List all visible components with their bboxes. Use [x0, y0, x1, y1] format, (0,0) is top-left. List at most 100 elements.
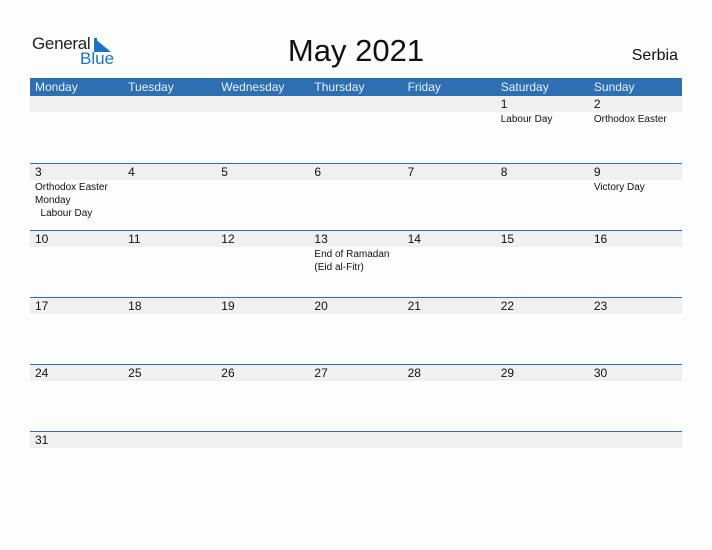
week-row: 10 11 12 13 End of Ramadan (Eid al-Fitr) 14 15… — [30, 230, 682, 297]
week-cells: 10 11 12 13 End of Ramadan (Eid al-Fitr) 14 15… — [30, 231, 682, 274]
day-number: 15 — [500, 232, 515, 246]
day-cell: 15 — [496, 231, 589, 274]
day-cell: 29 — [496, 365, 589, 382]
day-cell: 12 — [216, 231, 309, 274]
day-number: 6 — [314, 165, 322, 179]
day-cell — [309, 96, 402, 126]
day-number: 25 — [128, 366, 142, 380]
day-number — [314, 96, 402, 112]
holiday-label: Orthodox Easter — [593, 114, 667, 125]
day-number: 5 — [221, 165, 228, 179]
day-cell: 19 — [216, 298, 309, 315]
day-cell: 4 — [123, 164, 216, 220]
day-cell: 10 — [30, 231, 123, 274]
week-row: 3 Orthodox Easter Monday Labour Day 4 5 6 7 8 9… — [30, 163, 682, 230]
day-number: 14 — [407, 232, 421, 246]
day-number: 18 — [128, 299, 142, 313]
week-row: 1 Labour Day 2 Orthodox Easter — [30, 96, 682, 163]
day-cell: 1 Labour Day — [496, 96, 589, 126]
day-number: 22 — [500, 299, 515, 313]
day-number: 8 — [500, 165, 508, 179]
day-number: 26 — [221, 366, 235, 380]
day-cell: 9 Victory Day — [589, 164, 682, 220]
day-number: 10 — [35, 232, 49, 246]
day-cell — [123, 432, 216, 449]
day-number: 13 — [314, 232, 328, 246]
week-row: 24 25 26 27 28 29 30 — [30, 364, 682, 431]
weekday-tuesday: Tuesday — [128, 80, 174, 94]
day-cell: 14 — [403, 231, 496, 274]
weekday-sunday: Sunday — [593, 80, 635, 94]
day-number: 7 — [407, 165, 415, 179]
day-cell — [403, 432, 496, 449]
day-cell: 17 — [30, 298, 123, 315]
day-cell: 24 — [30, 365, 123, 382]
day-cell: 27 — [309, 365, 402, 382]
week-row: 17 18 19 20 21 22 23 — [30, 297, 682, 364]
week-cells: 24 25 26 27 28 29 30 — [30, 365, 682, 382]
day-cell: 23 — [589, 298, 682, 315]
week-cells: 1 Labour Day 2 Orthodox Easter — [30, 96, 682, 126]
day-cell — [216, 432, 309, 449]
day-cell: 11 — [123, 231, 216, 274]
page-title: May 2021 — [287, 33, 425, 68]
day-cell — [30, 96, 123, 126]
day-cell: 3 Orthodox Easter Monday Labour Day — [30, 164, 123, 220]
day-number — [128, 96, 216, 112]
day-cell: 26 — [216, 365, 309, 382]
day-cell — [309, 432, 402, 449]
day-cell: 30 — [589, 365, 682, 382]
week-row: 31 — [30, 431, 682, 498]
day-number: 23 — [593, 299, 608, 313]
day-cell: 6 — [309, 164, 402, 220]
weeks-container: 1 Labour Day 2 Orthodox Easter 3 Orthodox Eas… — [30, 96, 682, 498]
day-cell — [216, 96, 309, 126]
day-number — [408, 96, 496, 112]
day-number: 17 — [35, 299, 49, 313]
day-number: 20 — [314, 299, 328, 313]
day-number: 19 — [221, 299, 235, 313]
day-number: 16 — [593, 232, 608, 246]
holiday-label: Labour Day — [500, 114, 553, 125]
day-cell: 7 — [403, 164, 496, 220]
day-cell — [496, 432, 589, 449]
week-cells: 17 18 19 20 21 22 23 — [30, 298, 682, 315]
day-cell: 5 — [216, 164, 309, 220]
holiday-label: End of Ramadan (Eid al-Fitr) — [314, 249, 390, 273]
holiday-label: Orthodox Easter Monday Labour Day — [35, 182, 108, 219]
day-number: 27 — [314, 366, 328, 380]
day-number — [35, 96, 123, 112]
day-number: 3 — [35, 165, 42, 179]
country-label: Serbia — [631, 47, 678, 64]
day-number: 24 — [35, 366, 49, 380]
holiday-label: Victory Day — [593, 182, 645, 193]
day-number — [408, 432, 496, 448]
day-cell: 16 — [589, 231, 682, 274]
day-cell: 25 — [123, 365, 216, 382]
day-number: 4 — [128, 165, 135, 179]
day-number: 28 — [407, 366, 421, 380]
day-number: 12 — [221, 232, 235, 246]
weekday-saturday: Saturday — [500, 80, 549, 94]
day-cell: 13 End of Ramadan (Eid al-Fitr) — [309, 231, 402, 274]
day-cell: 20 — [309, 298, 402, 315]
day-number — [501, 432, 589, 448]
day-cell — [123, 96, 216, 126]
day-cell — [403, 96, 496, 126]
day-number — [221, 432, 309, 448]
day-number: 1 — [500, 97, 508, 111]
day-cell: 18 — [123, 298, 216, 315]
week-cells: 3 Orthodox Easter Monday Labour Day 4 5 6 7 8 9… — [30, 164, 682, 220]
day-cell: 21 — [403, 298, 496, 315]
day-cell: 22 — [496, 298, 589, 315]
day-cell: 28 — [403, 365, 496, 382]
day-number: 29 — [500, 366, 515, 380]
day-cell: 8 — [496, 164, 589, 220]
day-number: 30 — [593, 366, 608, 380]
day-number — [128, 432, 216, 448]
day-number: 21 — [407, 299, 421, 313]
week-cells: 31 — [30, 432, 682, 449]
day-cell: 2 Orthodox Easter — [589, 96, 682, 126]
day-number: 2 — [593, 97, 601, 111]
day-number — [594, 432, 682, 448]
